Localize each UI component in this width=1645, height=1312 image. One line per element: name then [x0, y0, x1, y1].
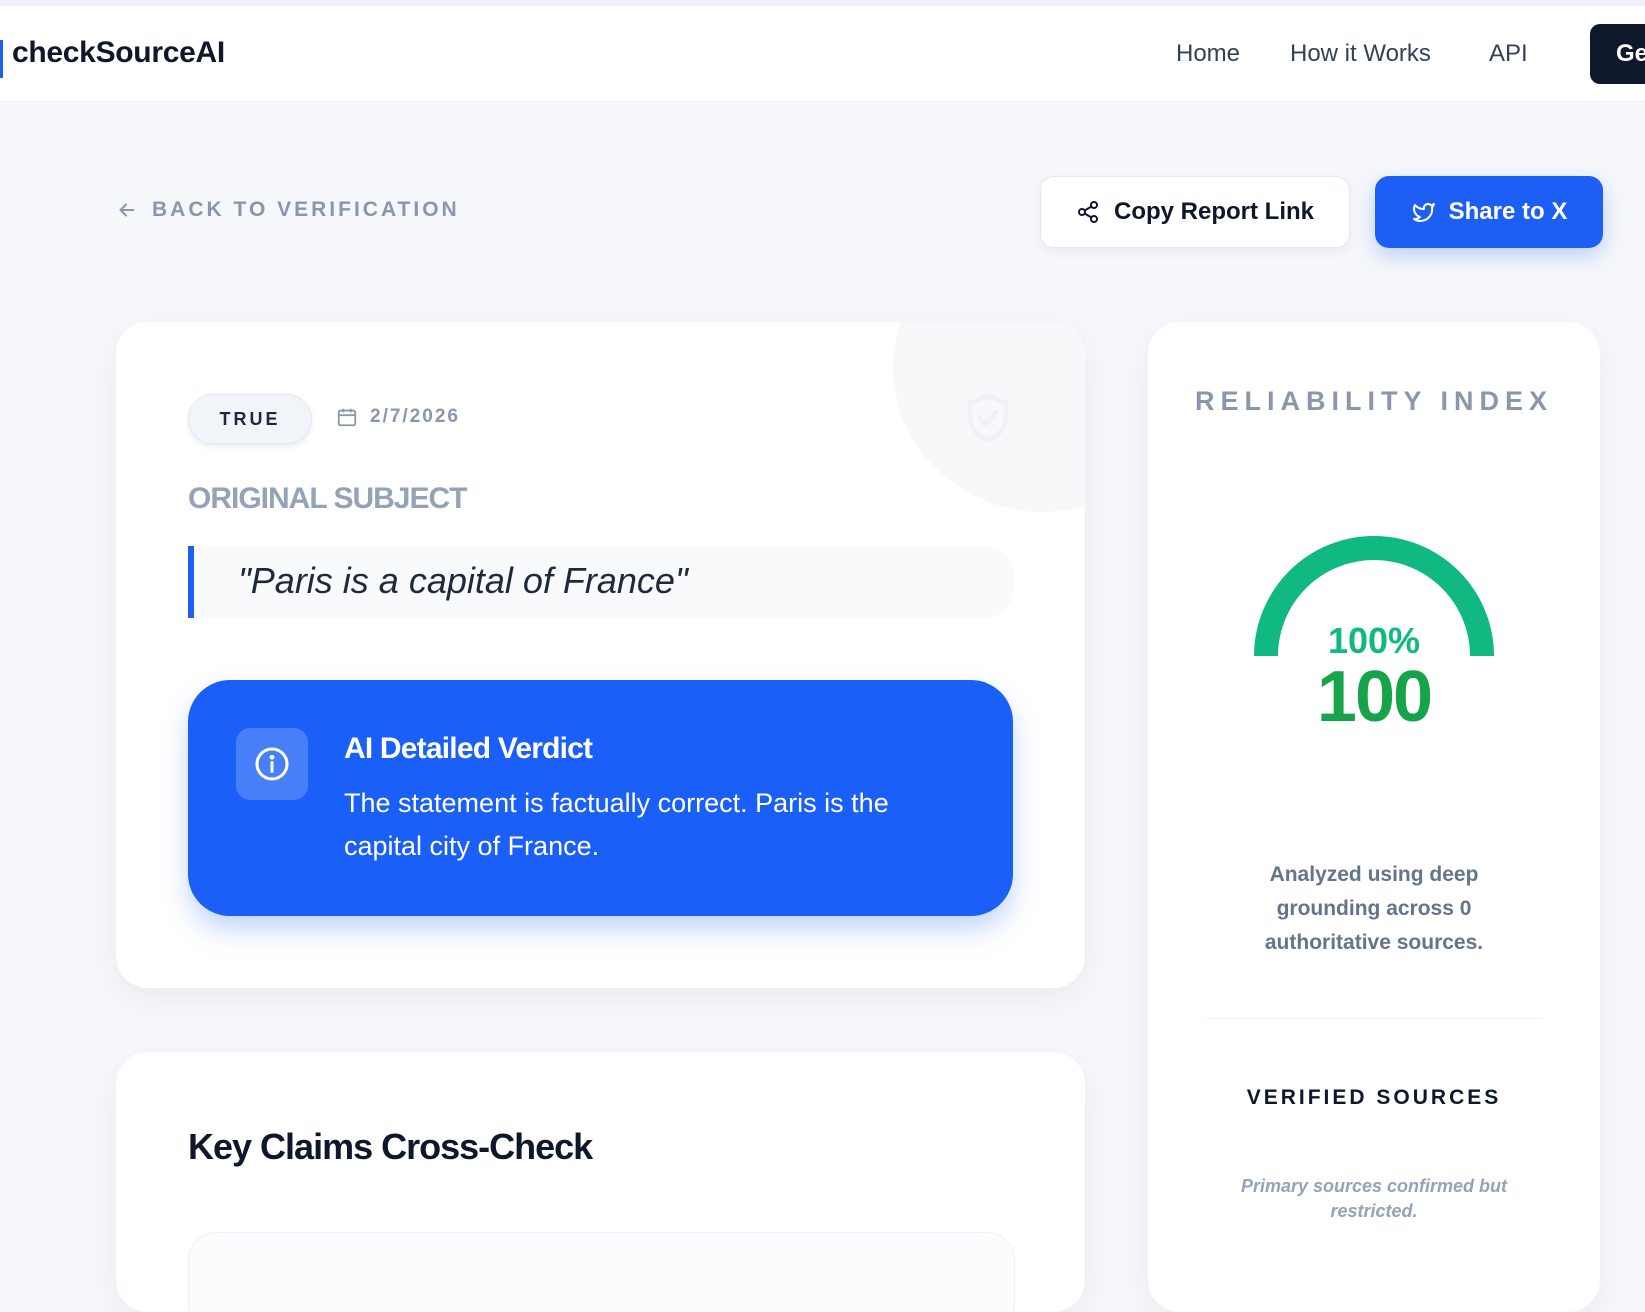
- original-subject-label: ORIGINAL SUBJECT: [188, 482, 467, 515]
- verdict-icon-box: [236, 728, 308, 800]
- back-to-verification-link[interactable]: BACK TO VERIFICATION: [116, 198, 460, 222]
- quote-text: "Paris is a capital of France": [238, 560, 688, 601]
- arrow-left-icon: [119, 203, 135, 217]
- top-navbar: checkSourceAI Home How it Works API Ge: [0, 6, 1645, 102]
- shield-check-icon: [967, 393, 1009, 443]
- copy-report-link-label: Copy Report Link: [1113, 198, 1314, 225]
- analysis-description: Analyzed using deep grounding across 0 a…: [1264, 863, 1484, 954]
- key-claims-card: Key Claims Cross-Check: [116, 1052, 1085, 1312]
- reliability-card: RELIABILITY INDEX 100% 100 Analyzed usin…: [1148, 322, 1600, 1312]
- reliability-title: RELIABILITY INDEX: [1194, 386, 1554, 416]
- share-to-x-button[interactable]: Share to X: [1375, 176, 1603, 248]
- twitter-bird-icon: [1412, 203, 1435, 222]
- back-link-label: BACK TO VERIFICATION: [152, 198, 460, 221]
- reliability-score: 100: [1316, 657, 1433, 737]
- share-to-x-label: Share to X: [1448, 198, 1568, 225]
- brand-logo[interactable]: checkSourceAI: [12, 36, 225, 70]
- brand-accent-bar: [0, 40, 3, 78]
- sources-restricted-note: Primary sources confirmed but restricted…: [1240, 1176, 1508, 1221]
- share-icon: [1077, 201, 1098, 223]
- key-claims-title: Key Claims Cross-Check: [188, 1126, 593, 1167]
- divider: [1206, 1018, 1542, 1019]
- verified-sources-title: VERIFIED SOURCES: [1246, 1086, 1502, 1109]
- status-badge: TRUE: [188, 394, 312, 444]
- report-date-text: 2/7/2026: [370, 406, 460, 427]
- original-subject-quote: "Paris is a capital of France": [188, 546, 1013, 618]
- ai-verdict-panel: AI Detailed Verdict The statement is fac…: [188, 680, 1013, 916]
- verdict-text: The statement is factually correct. Pari…: [344, 788, 889, 861]
- verdict-card: TRUE 2/7/2026 ORIGINAL SUBJECT "Paris is…: [116, 322, 1085, 988]
- claim-item: [188, 1232, 1015, 1312]
- get-started-button[interactable]: Ge: [1590, 24, 1645, 84]
- verdict-title: AI Detailed Verdict: [344, 732, 593, 765]
- calendar-icon: [337, 408, 357, 427]
- info-icon: [255, 747, 289, 781]
- nav-link-how-it-works[interactable]: How it Works: [1290, 40, 1431, 68]
- nav-link-home[interactable]: Home: [1176, 40, 1240, 68]
- copy-report-link-button[interactable]: Copy Report Link: [1040, 176, 1350, 248]
- report-date: 2/7/2026: [336, 406, 460, 428]
- nav-link-api[interactable]: API: [1489, 40, 1528, 68]
